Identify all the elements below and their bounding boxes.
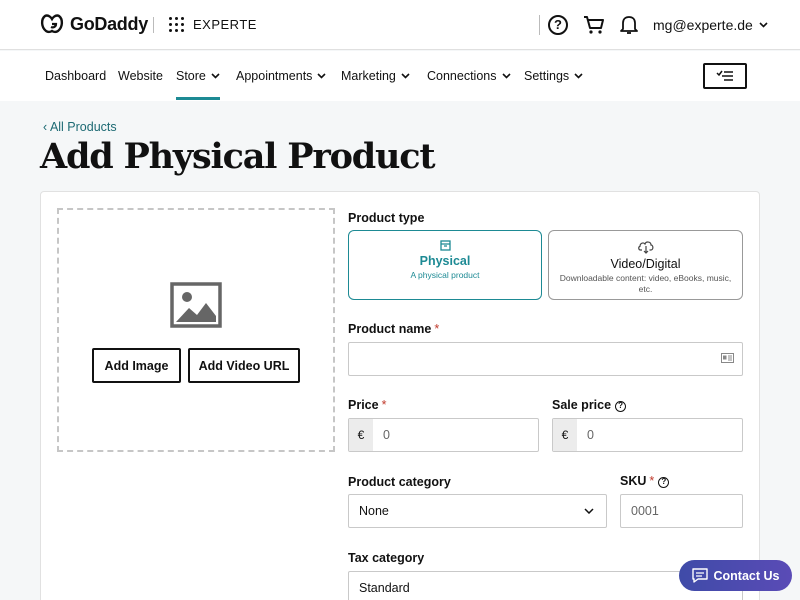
chevron-down-icon (401, 73, 410, 79)
product-type-label: Product type (348, 211, 425, 225)
chevron-down-icon (211, 73, 220, 79)
bell-icon[interactable] (620, 14, 638, 35)
chevron-down-icon (574, 73, 583, 79)
physical-desc: A physical product (410, 270, 480, 280)
nav-dashboard[interactable]: Dashboard (45, 69, 106, 83)
nav-appointments[interactable]: Appointments (236, 69, 327, 83)
contact-card-icon (721, 353, 734, 363)
contact-us-button[interactable]: Contact Us (679, 560, 792, 591)
sku-label: SKU *? (620, 474, 670, 488)
media-dropzone[interactable] (57, 208, 335, 452)
chevron-down-icon (759, 22, 768, 28)
required-mark: * (434, 322, 440, 336)
godaddy-logo-icon (40, 14, 64, 34)
required-mark: * (381, 398, 387, 412)
currency-prefix: € (349, 419, 373, 451)
active-tab-indicator (176, 97, 220, 100)
top-bar: GoDaddy EXPERTE ? mg@experte.de (0, 0, 800, 50)
digital-title: Video/Digital (610, 257, 681, 271)
price-label: Price * (348, 398, 387, 412)
currency-prefix: € (553, 419, 577, 451)
product-type-physical[interactable]: Physical A physical product (348, 230, 542, 300)
price-input[interactable]: € 0 (348, 418, 539, 452)
sale-price-input[interactable]: € 0 (552, 418, 743, 452)
sale-price-label: Sale price? (552, 398, 627, 412)
physical-title: Physical (419, 254, 471, 268)
cloud-download-icon (637, 241, 653, 254)
user-email: mg@experte.de (653, 17, 753, 33)
cart-icon[interactable] (583, 15, 605, 35)
sku-placeholder: 0001 (631, 504, 659, 518)
help-icon[interactable]: ? (548, 15, 568, 35)
add-image-button[interactable]: Add Image (92, 348, 181, 383)
nav-connections[interactable]: Connections (427, 69, 511, 83)
sale-price-placeholder: 0 (587, 428, 594, 442)
required-mark: * (649, 474, 655, 488)
logo-text: GoDaddy (70, 13, 148, 34)
price-placeholder: 0 (383, 428, 390, 442)
divider (539, 15, 540, 35)
category-select[interactable]: None (348, 494, 607, 528)
sku-input[interactable]: 0001 (620, 494, 743, 528)
menu-toggle-button[interactable] (703, 63, 747, 89)
divider (153, 17, 154, 33)
box-icon (439, 240, 451, 251)
chevron-down-icon (317, 73, 327, 79)
nav-settings[interactable]: Settings (524, 69, 583, 83)
brand-name[interactable]: EXPERTE (193, 17, 257, 32)
help-icon[interactable]: ? (615, 401, 627, 412)
help-icon[interactable]: ? (658, 477, 670, 488)
chevron-down-icon (584, 508, 594, 514)
product-name-input[interactable] (348, 342, 743, 376)
checklist-menu-icon (716, 70, 733, 81)
image-placeholder-icon (170, 282, 222, 328)
chevron-down-icon (501, 73, 511, 79)
contact-us-label: Contact Us (713, 568, 780, 583)
main-nav: Dashboard Website Store Appointments Mar… (0, 51, 800, 101)
digital-desc: Downloadable content: video, eBooks, mus… (559, 273, 732, 294)
nav-marketing[interactable]: Marketing (341, 69, 410, 83)
add-video-url-button[interactable]: Add Video URL (188, 348, 300, 383)
back-to-products-link[interactable]: ‹ All Products (43, 120, 117, 134)
page-title: Add Physical Product (40, 136, 436, 177)
chat-icon (691, 568, 708, 583)
nav-store[interactable]: Store (176, 69, 220, 83)
godaddy-logo[interactable]: GoDaddy (40, 13, 148, 35)
category-value: None (359, 504, 389, 518)
tax-category-value: Standard (359, 581, 410, 595)
tax-category-label: Tax category (348, 551, 425, 565)
user-menu[interactable]: mg@experte.de (653, 17, 768, 33)
nav-website[interactable]: Website (118, 69, 163, 83)
apps-grid-icon[interactable] (169, 17, 184, 32)
category-label: Product category (348, 475, 451, 489)
product-type-digital[interactable]: Video/Digital Downloadable content: vide… (548, 230, 743, 300)
product-name-label: Product name * (348, 322, 440, 336)
